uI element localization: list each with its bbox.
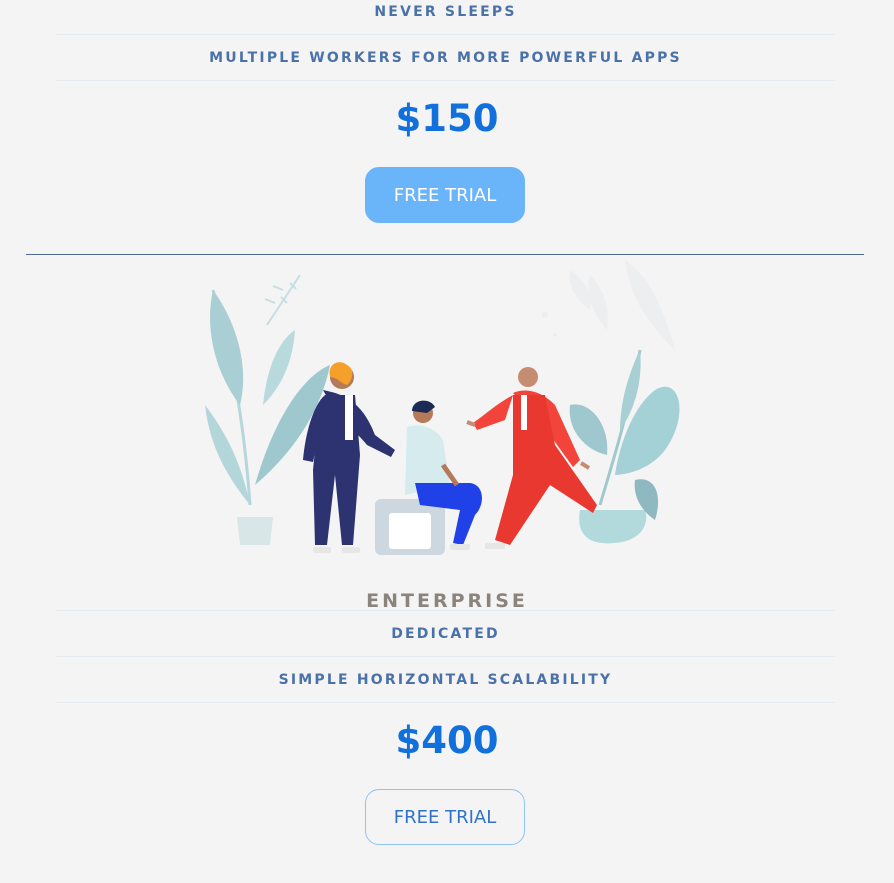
plan-feature-dedicated: DEDICATED <box>391 626 500 642</box>
plan-price: $400 <box>395 719 499 762</box>
team-meeting-illustration <box>205 260 680 555</box>
plan-feature-horizontal-scalability: SIMPLE HORIZONTAL SCALABILITY <box>278 672 613 688</box>
plan-name: ENTERPRISE <box>366 590 528 612</box>
plan-feature-never-sleeps: NEVER SLEEPS <box>374 4 517 20</box>
feature-separator <box>56 34 835 35</box>
feature-separator <box>56 702 835 703</box>
free-trial-button[interactable]: FREE TRIAL <box>365 789 525 845</box>
feature-separator <box>56 610 835 611</box>
plan-price: $150 <box>395 97 499 140</box>
plan-feature-multiple-workers: MULTIPLE WORKERS FOR MORE POWERFUL APPS <box>209 50 682 66</box>
free-trial-button[interactable]: FREE TRIAL <box>365 167 525 223</box>
feature-separator <box>56 80 835 81</box>
feature-separator <box>56 656 835 657</box>
